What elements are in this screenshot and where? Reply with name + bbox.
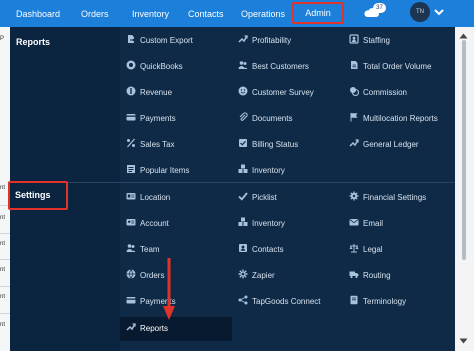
gear-icon (349, 191, 359, 201)
menu-item-best-customers[interactable]: Best Customers (238, 60, 309, 74)
scrollbar-thumb[interactable] (462, 40, 466, 260)
menu-item-popular-items[interactable]: Popular Items (126, 164, 189, 178)
nav-operations[interactable]: Operations (241, 7, 285, 21)
background-text: nt (0, 322, 6, 328)
menu-item-quickbooks[interactable]: QuickBooks (126, 60, 183, 74)
notification-badge: 37 (373, 3, 386, 13)
flag-icon (350, 113, 358, 122)
background-text: nt (0, 267, 6, 273)
menu-item-tapgoods-connect[interactable]: TapGoods Connect (238, 295, 321, 309)
nav-admin[interactable]: Admin (292, 2, 344, 24)
paperclip-icon (239, 112, 248, 121)
boxes-icon (238, 217, 248, 226)
zapier-icon (238, 269, 248, 279)
id-card-icon (126, 193, 136, 200)
background-text: nt (0, 294, 6, 300)
menu-item-legal[interactable]: Legal (349, 243, 383, 257)
top-navigation-bar (0, 0, 474, 27)
document-icon (351, 61, 358, 69)
background-text: nt (0, 185, 6, 191)
card-icon (126, 114, 136, 121)
commission-icon (350, 87, 359, 96)
section-title-reports: Reports (16, 37, 51, 47)
background-divider (0, 313, 10, 314)
menu-item-account[interactable]: Account (126, 217, 169, 231)
nav-inventory[interactable]: Inventory (132, 7, 169, 21)
menu-item-staffing[interactable]: Staffing (349, 34, 390, 48)
menu-item-customer-survey[interactable]: Customer Survey (238, 86, 314, 100)
section-title-settings-highlight: Settings (8, 181, 68, 210)
menu-item-contacts[interactable]: Contacts (238, 243, 284, 257)
background-text: nt (0, 215, 6, 221)
menu-item-sales-tax[interactable]: Sales Tax (126, 138, 175, 152)
globe-icon (126, 269, 136, 279)
annotation-arrow (163, 258, 175, 320)
users-icon (238, 61, 248, 69)
account-icon (126, 219, 136, 226)
export-icon (128, 35, 135, 43)
list-icon (127, 165, 135, 173)
section-title-settings: Settings (15, 190, 51, 200)
menu-item-multilocation-reports[interactable]: Multilocation Reports (349, 112, 438, 126)
menu-item-profitability[interactable]: Profitability (238, 34, 291, 48)
chevron-down-icon[interactable] (434, 7, 444, 17)
menu-item-commission[interactable]: Commission (349, 86, 407, 100)
billing-icon (239, 139, 247, 147)
menu-item-zapier[interactable]: Zapier (238, 269, 275, 283)
trend-up-icon (238, 35, 248, 43)
contacts-icon (239, 244, 247, 252)
check-icon (238, 192, 248, 201)
scroll-down-arrow-icon[interactable] (459, 338, 468, 344)
menu-item-terminology[interactable]: Terminology (349, 295, 406, 309)
background-text: nt (0, 241, 6, 247)
menu-item-financial-settings[interactable]: Financial Settings (349, 191, 426, 205)
nav-orders[interactable]: Orders (81, 7, 109, 21)
background-text: P (0, 36, 5, 42)
book-icon (350, 295, 358, 305)
menu-item-email[interactable]: Email (349, 217, 383, 231)
connect-icon (238, 295, 248, 305)
menu-item-inventory-settings[interactable]: Inventory (238, 217, 285, 231)
menu-item-picklist[interactable]: Picklist (238, 191, 277, 205)
background-divider (0, 286, 10, 287)
menu-item-reports-settings[interactable]: Reports (126, 322, 168, 336)
smiley-icon (238, 86, 248, 96)
trend-up-icon (126, 323, 136, 331)
menu-item-general-ledger[interactable]: General Ledger (349, 138, 419, 152)
menu-item-total-order-volume[interactable]: Total Order Volume (349, 60, 431, 74)
scroll-up-arrow-icon[interactable] (459, 33, 468, 39)
user-avatar[interactable]: TN (410, 2, 430, 22)
section-divider (10, 182, 465, 183)
menu-item-revenue[interactable]: Revenue (126, 86, 172, 100)
admin-dropdown-menu: Reports Settings Custom Export QuickBook… (8, 27, 465, 351)
boxes-icon (238, 164, 248, 173)
menu-item-routing[interactable]: Routing (349, 269, 391, 283)
menu-item-team[interactable]: Team (126, 243, 160, 257)
percent-icon (127, 138, 135, 148)
trend-up-icon (349, 139, 359, 147)
menu-item-orders[interactable]: Orders (126, 269, 164, 283)
staffing-icon (349, 34, 359, 44)
menu-item-inventory-report[interactable]: Inventory (238, 164, 285, 178)
scales-icon (349, 244, 359, 253)
nav-dashboard[interactable]: Dashboard (16, 7, 60, 21)
background-divider (0, 233, 10, 234)
revenue-icon (126, 86, 136, 96)
users-icon (126, 244, 136, 252)
background-divider (0, 259, 10, 260)
nav-contacts[interactable]: Contacts (188, 7, 224, 21)
truck-icon (349, 271, 359, 279)
card-icon (126, 297, 136, 304)
envelope-icon (349, 219, 359, 226)
menu-item-payments[interactable]: Payments (126, 112, 176, 126)
menu-item-documents[interactable]: Documents (238, 112, 292, 126)
menu-item-location[interactable]: Location (126, 191, 170, 205)
quickbooks-icon (126, 60, 136, 70)
menu-item-custom-export[interactable]: Custom Export (126, 34, 193, 48)
menu-item-billing-status[interactable]: Billing Status (238, 138, 298, 152)
